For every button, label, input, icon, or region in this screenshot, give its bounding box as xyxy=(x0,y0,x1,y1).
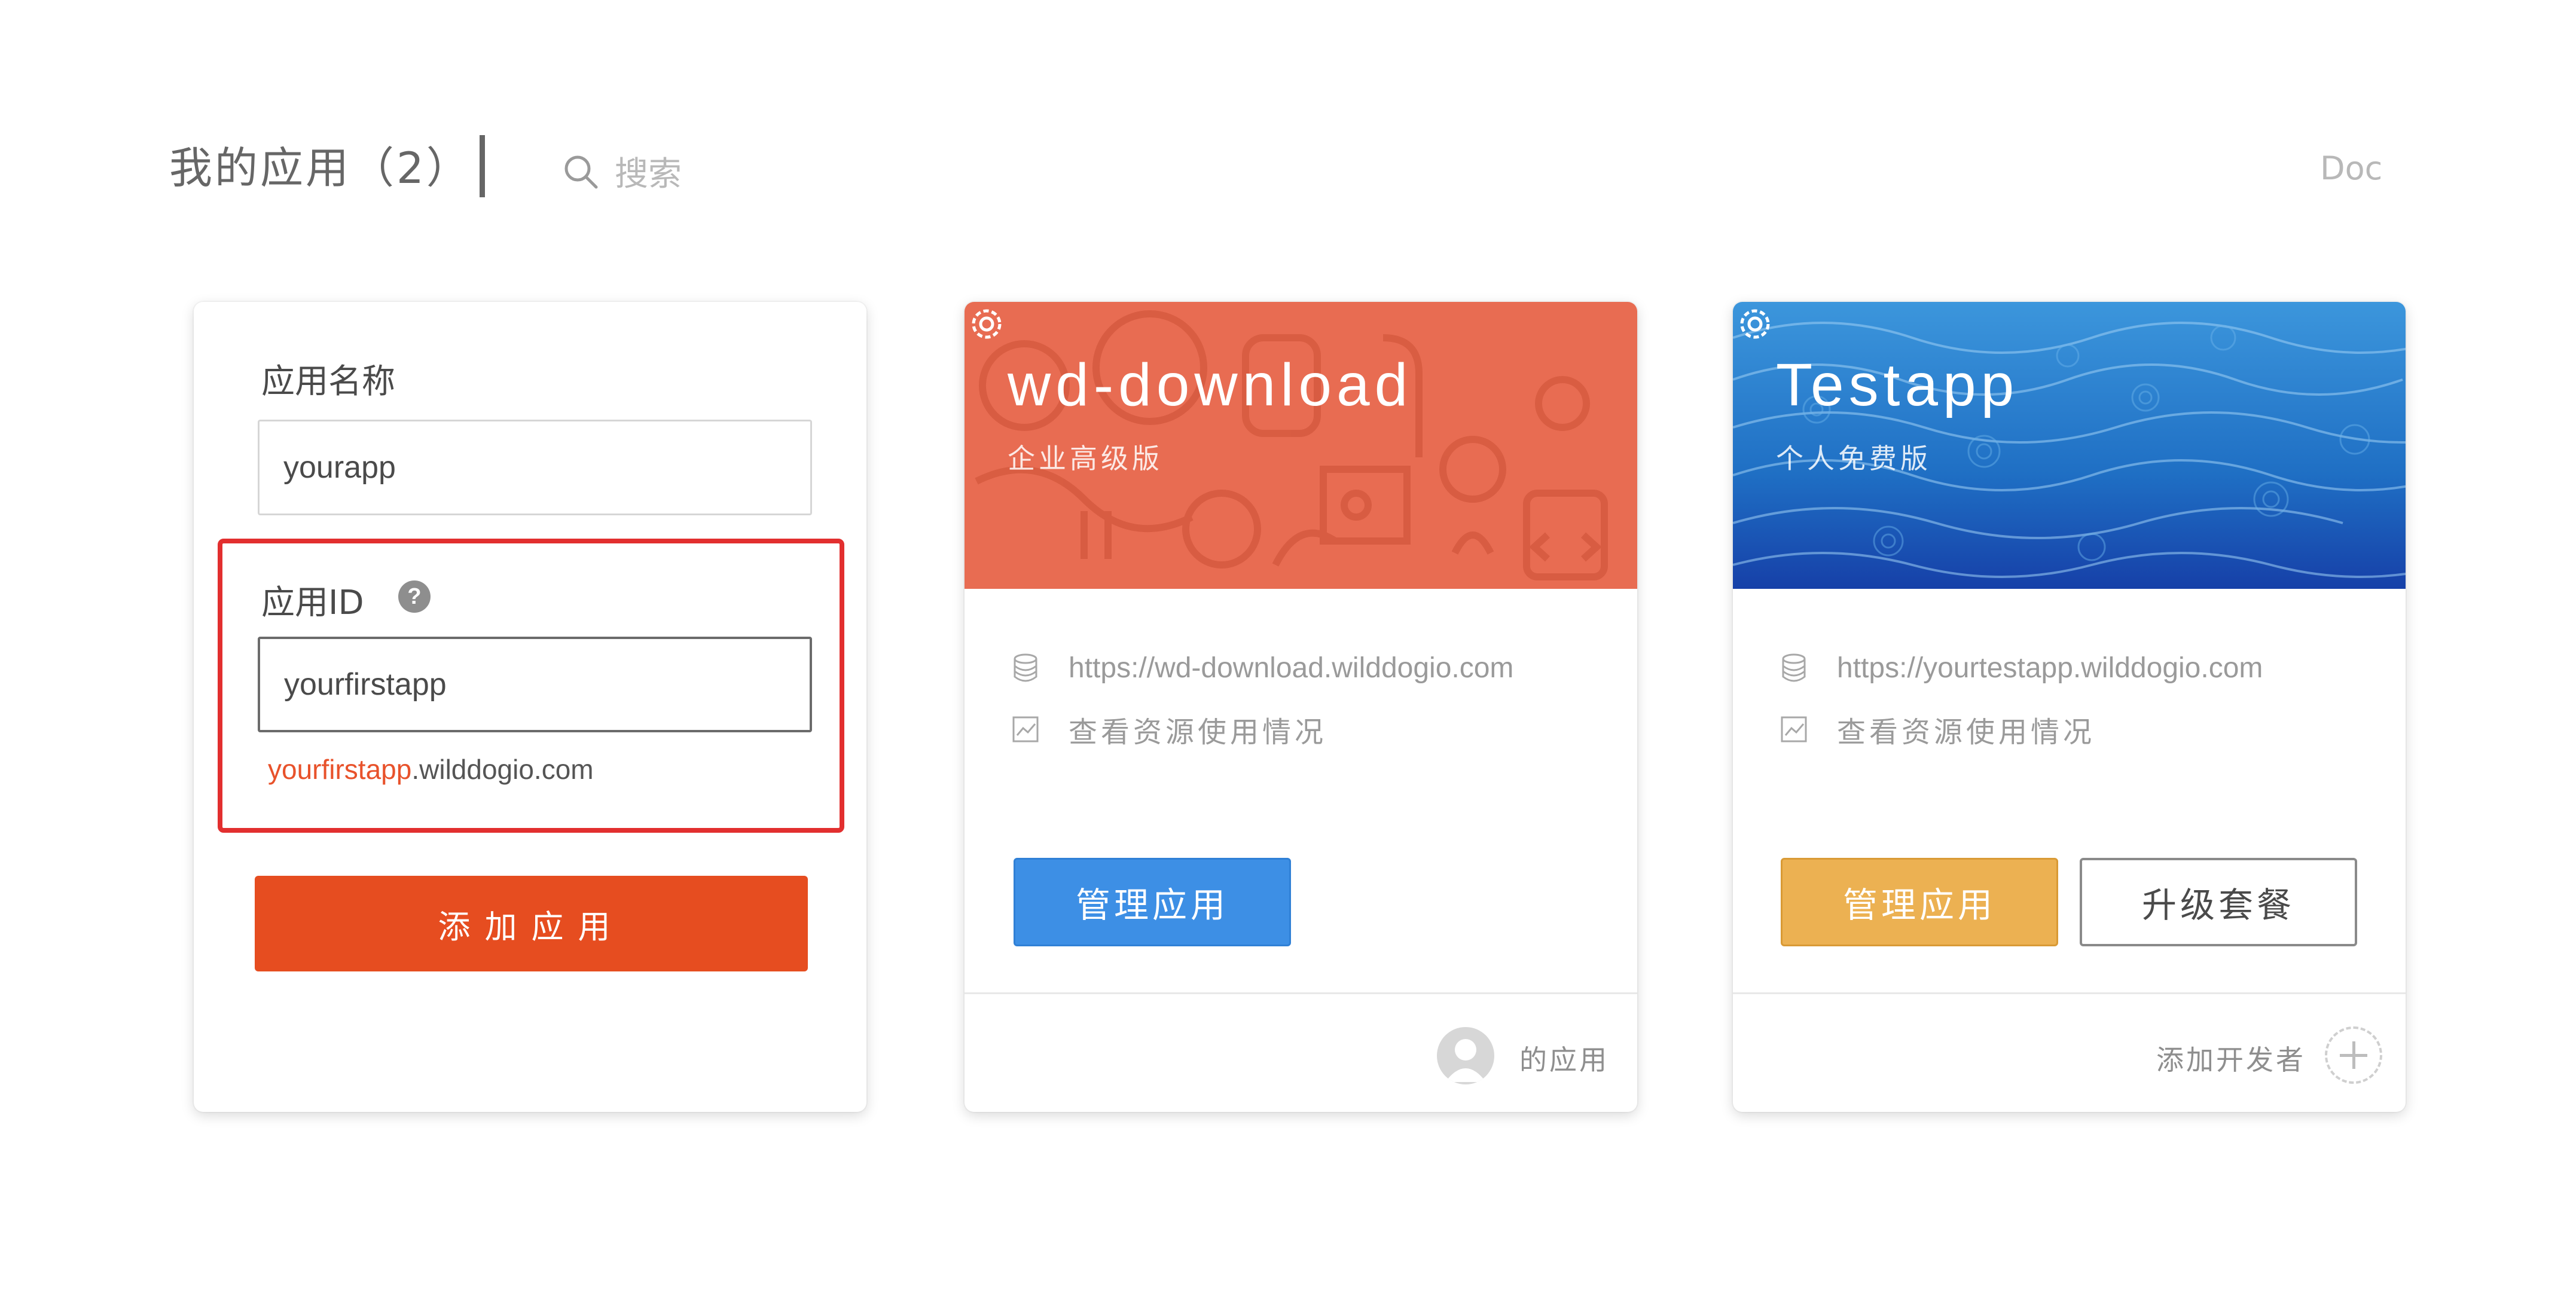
domain-preview: yourfirstapp.wilddogio.com xyxy=(268,753,594,786)
app-card-testapp: Testapp 个人免费版 https://yourtestapp.wilddo… xyxy=(1733,302,2406,1112)
domain-suffix: .wilddogio.com xyxy=(411,754,594,785)
search-label: 搜索 xyxy=(615,155,682,194)
add-app-button[interactable]: 添加应用 xyxy=(255,876,808,971)
gear-icon[interactable] xyxy=(965,302,1009,346)
manage-app-button[interactable]: 管理应用 xyxy=(1781,858,2058,946)
usage-link[interactable]: 查看资源使用情况 xyxy=(1837,708,2095,750)
app-name: wd-download xyxy=(1008,352,1413,418)
new-app-card: 应用名称 应用ID ? yourfirstapp.wilddogio.com 添… xyxy=(194,302,866,1112)
search-box[interactable]: 搜索 xyxy=(562,147,682,195)
database-icon xyxy=(1014,653,1037,681)
card-footer: 添加开发者 xyxy=(1733,992,2406,1112)
doc-link[interactable]: Doc xyxy=(2320,149,2382,187)
user-icon xyxy=(1445,1039,1486,1082)
usage-link[interactable]: 查看资源使用情况 xyxy=(1069,708,1327,750)
add-developer-label[interactable]: 添加开发者 xyxy=(2156,1038,2306,1078)
app-name: Testapp xyxy=(1776,352,2019,418)
upgrade-plan-button[interactable]: 升级套餐 xyxy=(2080,858,2357,946)
app-name-label: 应用名称 xyxy=(261,362,395,401)
page-header: 我的应用（2） 搜索 Doc xyxy=(0,0,2576,251)
question-icon[interactable]: ? xyxy=(398,580,431,613)
database-icon xyxy=(1782,653,1806,681)
usage-row[interactable]: 查看资源使用情况 xyxy=(1011,708,1327,750)
chart-icon xyxy=(1012,716,1039,742)
app-id-input[interactable] xyxy=(258,637,812,732)
manage-app-button[interactable]: 管理应用 xyxy=(1014,858,1291,946)
app-url-row: https://wd-download.wilddogio.com xyxy=(1011,652,1513,684)
page-title: 我的应用（2） xyxy=(169,143,472,193)
app-url: https://yourtestapp.wilddogio.com xyxy=(1837,652,2263,684)
search-icon xyxy=(564,155,598,188)
add-developer-icon[interactable] xyxy=(2325,1026,2382,1084)
card-footer: 的应用 xyxy=(965,992,1637,1112)
app-plan: 企业高级版 xyxy=(1008,442,1163,475)
app-url-row: https://yourtestapp.wilddogio.com xyxy=(1780,652,2263,684)
app-banner: Testapp 个人免费版 xyxy=(1733,302,2406,589)
app-id-label: 应用ID xyxy=(261,583,364,622)
app-banner: wd-download 企业高级版 xyxy=(965,302,1637,589)
usage-row[interactable]: 查看资源使用情况 xyxy=(1780,708,2095,750)
avatar xyxy=(1437,1027,1494,1084)
header-divider xyxy=(480,135,485,197)
app-url: https://wd-download.wilddogio.com xyxy=(1069,652,1514,684)
app-name-input[interactable] xyxy=(258,420,812,515)
chart-icon xyxy=(1781,716,1807,742)
app-card-wd-download: wd-download 企业高级版 https://wd-download.wi… xyxy=(965,302,1637,1112)
domain-subdomain: yourfirstapp xyxy=(268,754,412,785)
gear-icon[interactable] xyxy=(1733,302,1777,346)
owner-label: 的应用 xyxy=(1519,1044,1609,1076)
app-plan: 个人免费版 xyxy=(1776,442,1931,475)
